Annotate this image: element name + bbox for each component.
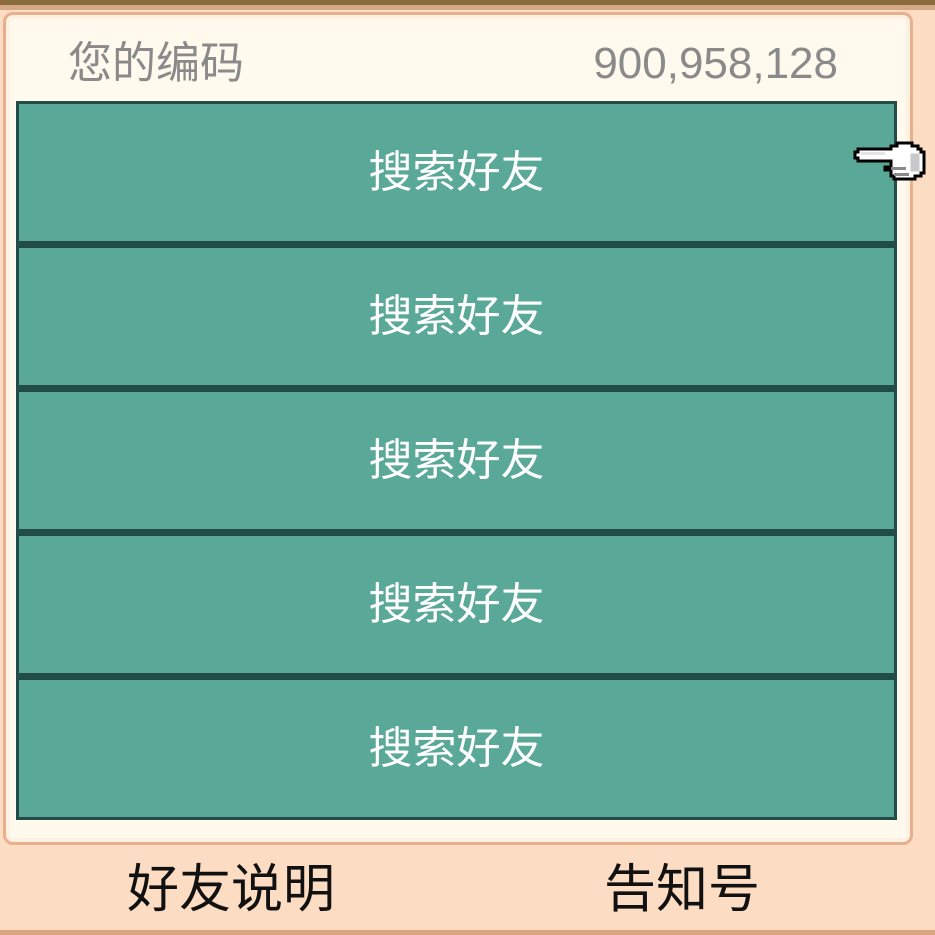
search-friend-label: 搜索好友 [368, 146, 545, 198]
search-friend-button[interactable]: 搜索好友 [19, 392, 894, 529]
bottom-edge [0, 930, 935, 935]
search-friend-button[interactable]: 搜索好友 [19, 680, 894, 817]
friend-code-screen: 您的编码 900,958,128 搜索好友 搜索好友 搜索好友 搜索好友 搜索好… [0, 0, 935, 935]
friend-info-button[interactable]: 好友说明 [81, 862, 381, 918]
search-friend-label: 搜索好友 [368, 578, 545, 630]
search-friend-button[interactable]: 搜索好友 [19, 536, 894, 673]
top-edge-shade [0, 5, 935, 10]
search-friend-label: 搜索好友 [368, 290, 545, 342]
your-code-label: 您的编码 [68, 38, 244, 89]
search-friend-button[interactable]: 搜索好友 [19, 104, 894, 241]
search-friend-label: 搜索好友 [368, 722, 545, 774]
search-friend-button[interactable]: 搜索好友 [19, 248, 894, 385]
search-friend-label: 搜索好友 [368, 434, 545, 486]
your-code-value: 900,958,128 [593, 39, 838, 88]
pointing-hand-cursor-icon [852, 140, 927, 185]
friend-search-list: 搜索好友 搜索好友 搜索好友 搜索好友 搜索好友 [16, 101, 897, 820]
share-code-button[interactable]: 告知号 [532, 862, 832, 918]
